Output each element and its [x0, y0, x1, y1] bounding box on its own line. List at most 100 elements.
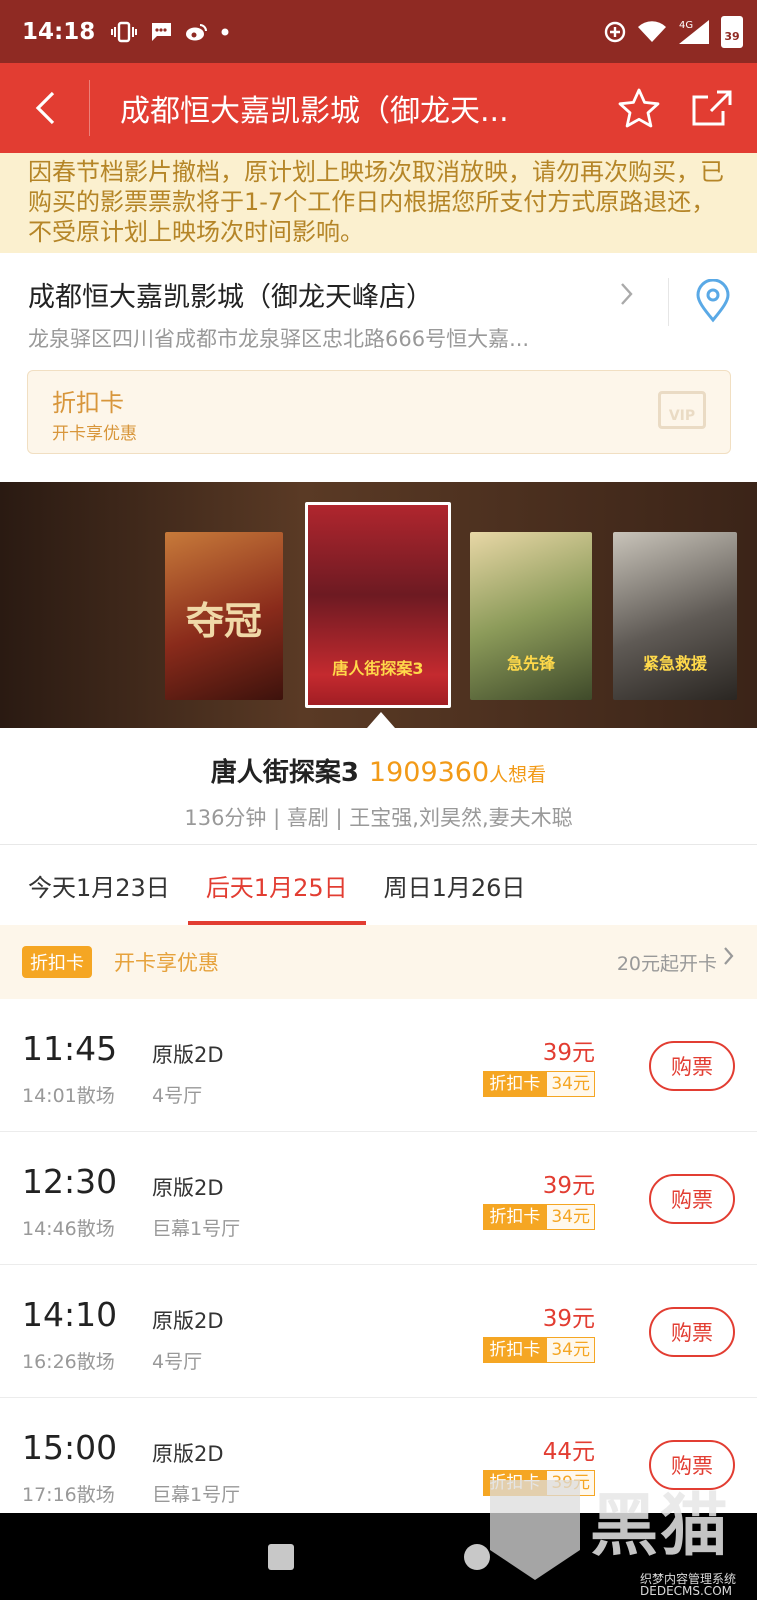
show-end-time: 17:16散场	[22, 1484, 115, 1506]
star-icon[interactable]	[617, 87, 661, 129]
poster-title: 紧急救援	[642, 654, 707, 673]
show-end-time: 16:26散场	[22, 1351, 115, 1373]
divider	[668, 278, 669, 326]
discount-tag: 折扣卡	[483, 1337, 547, 1363]
chevron-right-icon	[620, 281, 634, 314]
discount-card-banner[interactable]: 折扣卡 开卡享优惠 VIP	[27, 370, 731, 454]
chevron-right-icon	[723, 945, 735, 973]
show-end-time: 14:01散场	[22, 1085, 115, 1107]
status-right-icons: 4G 39	[603, 15, 743, 48]
back-arrow-icon	[35, 91, 54, 125]
discount-card-row[interactable]: 折扣卡 开卡享优惠 20元起开卡	[0, 925, 757, 999]
show-hall: 巨幕1号厅	[152, 1484, 241, 1506]
show-hall: 4号厅	[152, 1085, 203, 1107]
data-saver-icon	[604, 21, 626, 42]
home-button[interactable]	[463, 1543, 490, 1570]
discount-price: 34元	[546, 1337, 595, 1363]
location-pin-icon[interactable]	[695, 279, 731, 323]
show-start-time: 11:45	[22, 1029, 118, 1068]
cinema-address: 龙泉驿区四川省成都市龙泉驿区忠北路666号恒大嘉...	[28, 327, 530, 351]
card-title: 折扣卡	[52, 389, 124, 417]
poster-2-selected[interactable]: 唐人街探案3	[305, 502, 451, 708]
discount-tag: 折扣卡	[483, 1204, 547, 1230]
showtime-list: 11:45 14:01散场 原版2D 4号厅 39元 折扣卡 34元 购票 12:…	[0, 999, 757, 1531]
show-version: 原版2D	[152, 1442, 224, 1466]
tab-date-jan-25[interactable]: 后天1月25日	[187, 845, 366, 925]
movie-info: 唐人街探案3 1909360人想看 136分钟 | 喜剧 | 王宝强,刘昊然,妻夫…	[0, 728, 757, 843]
recents-button[interactable]	[267, 1543, 294, 1570]
poster-3[interactable]: 急先锋	[470, 532, 592, 700]
status-notification-icons	[111, 21, 229, 43]
vibrate-icon	[111, 21, 138, 42]
back-button[interactable]	[0, 80, 90, 136]
show-discount-price: 折扣卡 34元	[483, 1071, 595, 1097]
weibo-icon	[186, 23, 208, 40]
svg-text:4G: 4G	[679, 20, 693, 31]
showtime-row[interactable]: 14:10 16:26散场 原版2D 4号厅 39元 折扣卡 34元 购票	[0, 1265, 757, 1398]
show-start-time: 12:30	[22, 1162, 118, 1201]
discount-price: 34元	[546, 1204, 595, 1230]
show-start-time: 14:10	[22, 1295, 118, 1334]
share-icon[interactable]	[691, 89, 733, 127]
header-actions	[617, 87, 757, 129]
movie-title: 唐人街探案3	[210, 758, 359, 788]
show-discount-price: 折扣卡 34元	[483, 1337, 595, 1363]
want-count: 1909360	[368, 757, 490, 788]
show-start-time: 15:00	[22, 1428, 118, 1467]
discount-price-text: 20元起开卡	[616, 952, 717, 975]
show-version: 原版2D	[152, 1043, 224, 1067]
selected-poster-indicator	[367, 712, 395, 728]
poster-title: 唐人街探案3	[332, 659, 424, 678]
watermark-url: DEDECMS.COM	[640, 1584, 732, 1598]
cinema-name: 成都恒大嘉凯影城（御龙天峰店）	[28, 282, 433, 313]
show-price: 39元	[542, 1306, 595, 1332]
show-discount-price: 折扣卡 34元	[483, 1204, 595, 1230]
cancellation-notice: 因春节档影片撤档，原计划上映场次取消放映，请勿再次购买，已购买的影票票款将于1-…	[0, 153, 757, 253]
vip-badge-text: VIP	[668, 408, 696, 424]
discount-price: 34元	[546, 1071, 595, 1097]
poster-4[interactable]: 紧急救援	[613, 532, 737, 700]
cat-logo-icon	[490, 1480, 580, 1580]
battery-level: 39	[724, 29, 740, 43]
card-subtitle: 开卡享优惠	[52, 424, 137, 444]
poster-title: 夺冠	[185, 599, 262, 643]
show-price: 39元	[542, 1173, 595, 1199]
discount-tag: 折扣卡	[483, 1071, 547, 1097]
poster-title: 急先锋	[506, 654, 555, 673]
battery-icon: 39	[721, 15, 743, 48]
buy-ticket-button[interactable]: 购票	[649, 1041, 735, 1091]
show-price: 39元	[542, 1040, 595, 1066]
cinema-info[interactable]: 成都恒大嘉凯影城（御龙天峰店） 龙泉驿区四川省成都市龙泉驿区忠北路666号恒大嘉…	[0, 253, 757, 353]
show-end-time: 14:46散场	[22, 1218, 115, 1240]
tab-date-jan-23[interactable]: 今天1月23日	[10, 845, 188, 925]
watermark: 黑猫 织梦内容管理系统 DEDECMS.COM	[490, 1470, 757, 1600]
movie-title-line: 唐人街探案3 1909360人想看	[0, 752, 757, 789]
app-header: 成都恒大嘉凯影城（御龙天...	[0, 63, 757, 153]
want-unit: 人想看	[489, 764, 547, 786]
watermark-brand: 黑猫	[590, 1487, 731, 1566]
show-price: 44元	[542, 1439, 595, 1465]
vip-card-icon: VIP	[658, 391, 706, 429]
movie-poster-carousel[interactable]: 夺冠 唐人街探案3 急先锋 紧急救援	[0, 482, 757, 728]
show-hall: 巨幕1号厅	[152, 1218, 241, 1240]
movie-meta: 136分钟 | 喜剧 | 王宝强,刘昊然,妻夫木聪	[184, 806, 573, 830]
tab-date-jan-26[interactable]: 周日1月26日	[366, 845, 544, 925]
signal-icon: 4G	[679, 19, 709, 44]
show-hall: 4号厅	[152, 1351, 203, 1373]
buy-ticket-button[interactable]: 购票	[649, 1174, 735, 1224]
show-version: 原版2D	[152, 1309, 224, 1333]
message-icon	[151, 22, 172, 41]
discount-text: 开卡享优惠	[114, 951, 219, 975]
page-title: 成都恒大嘉凯影城（御龙天...	[120, 94, 509, 129]
discount-tag: 折扣卡	[22, 946, 92, 978]
wifi-icon	[638, 20, 666, 42]
date-tabs: 今天1月23日 后天1月25日 周日1月26日	[0, 845, 757, 925]
status-bar: 14:18 4G 39	[0, 0, 757, 63]
show-version: 原版2D	[152, 1176, 224, 1200]
showtime-row[interactable]: 11:45 14:01散场 原版2D 4号厅 39元 折扣卡 34元 购票	[0, 999, 757, 1132]
status-time: 14:18	[22, 18, 96, 45]
buy-ticket-button[interactable]: 购票	[649, 1307, 735, 1357]
dot-icon	[221, 28, 229, 35]
showtime-row[interactable]: 12:30 14:46散场 原版2D 巨幕1号厅 39元 折扣卡 34元 购票	[0, 1132, 757, 1265]
poster-1[interactable]: 夺冠	[165, 532, 283, 700]
